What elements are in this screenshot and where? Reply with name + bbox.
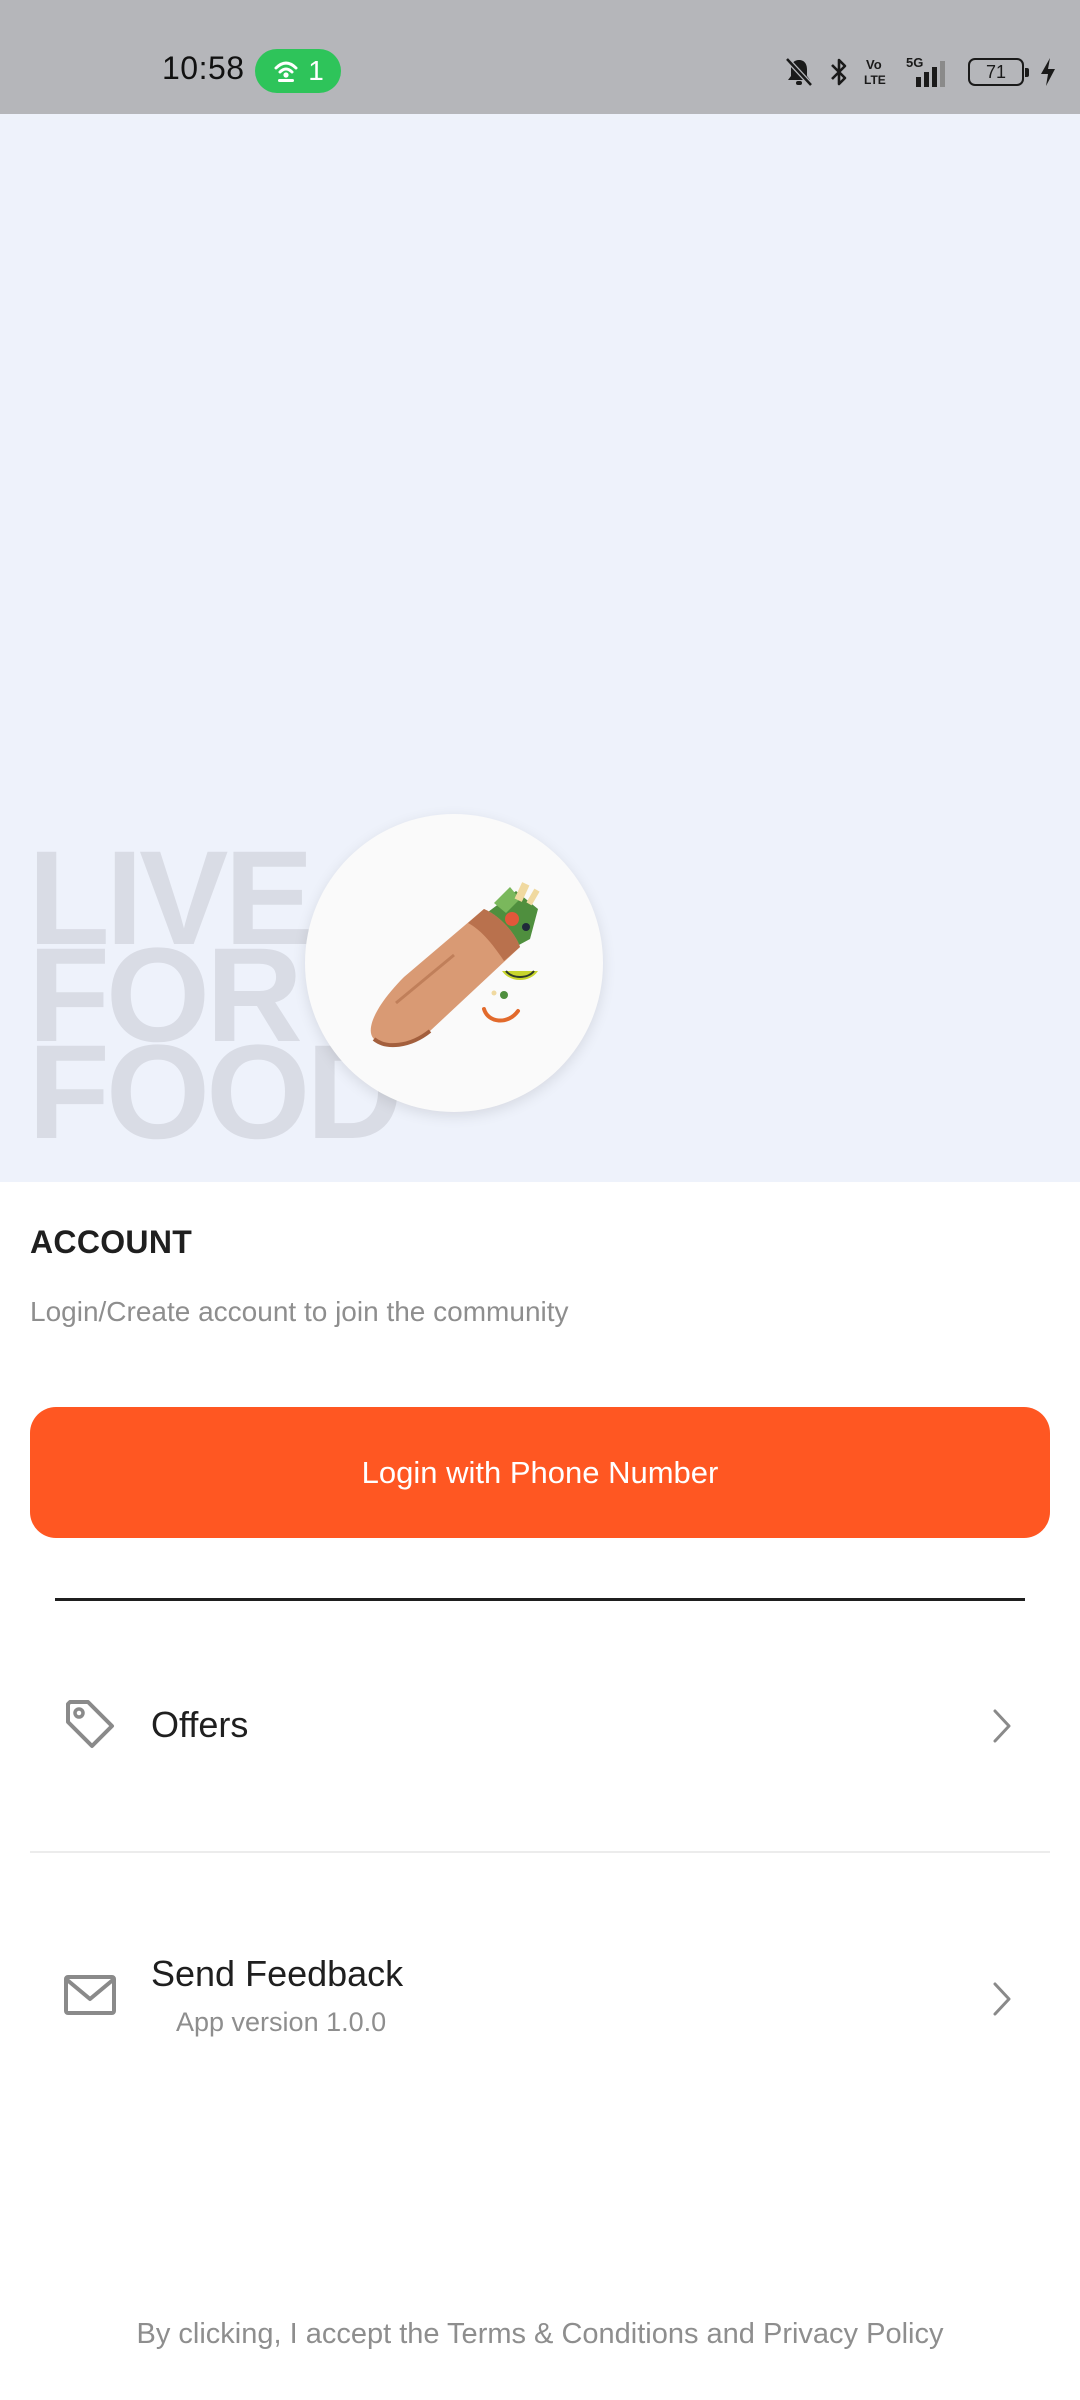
account-title: ACCOUNT bbox=[30, 1224, 193, 1260]
menu-divider bbox=[30, 1851, 1050, 1853]
battery-icon: 71 bbox=[968, 58, 1029, 86]
section-divider bbox=[55, 1598, 1025, 1601]
hotspot-count: 1 bbox=[308, 55, 324, 86]
tag-icon bbox=[66, 1700, 114, 1748]
mute-icon bbox=[785, 57, 813, 87]
signal-5g-icon: 5G bbox=[906, 55, 945, 87]
status-bar: 10:58 1 Vo LTE 5G 71 bbox=[0, 0, 1080, 114]
svg-text:5G: 5G bbox=[906, 55, 923, 70]
app-version-text: App version 1.0.0 bbox=[176, 2007, 387, 2037]
account-subtitle: Login/Create account to join the communi… bbox=[30, 1296, 569, 1327]
offers-label: Offers bbox=[151, 1704, 249, 1745]
hotspot-icon bbox=[274, 61, 298, 82]
svg-text:Vo: Vo bbox=[866, 57, 882, 72]
hotspot-indicator[interactable]: 1 bbox=[255, 49, 341, 93]
terms-and-privacy-notice[interactable]: By clicking, I accept the Terms & Condit… bbox=[0, 2318, 1080, 2351]
menu-item-offers[interactable]: Offers bbox=[30, 1670, 1050, 1780]
battery-level: 71 bbox=[985, 61, 1007, 82]
login-with-phone-button[interactable]: Login with Phone Number bbox=[30, 1407, 1050, 1538]
charging-icon bbox=[1041, 58, 1055, 86]
chevron-right-icon bbox=[993, 1982, 1011, 2016]
volte-icon: Vo LTE bbox=[864, 57, 886, 87]
status-time: 10:58 bbox=[162, 50, 245, 86]
avatar bbox=[305, 814, 603, 1112]
menu-item-send-feedback[interactable]: Send Feedback App version 1.0.0 bbox=[30, 1935, 1050, 2055]
status-icons: Vo LTE 5G 71 bbox=[784, 52, 1058, 92]
bluetooth-icon bbox=[831, 58, 847, 86]
mail-icon bbox=[64, 1975, 116, 2015]
chevron-right-icon bbox=[993, 1709, 1011, 1743]
svg-text:LTE: LTE bbox=[864, 73, 886, 87]
profile-hero-banner: LIVE FOR FOOD bbox=[0, 114, 1080, 1182]
burrito-illustration bbox=[370, 882, 540, 1048]
account-screen: 10:58 1 Vo LTE 5G 71 LIVE FOR FOOD ACCOU… bbox=[0, 0, 1080, 2400]
send-feedback-label: Send Feedback bbox=[151, 1953, 404, 1994]
